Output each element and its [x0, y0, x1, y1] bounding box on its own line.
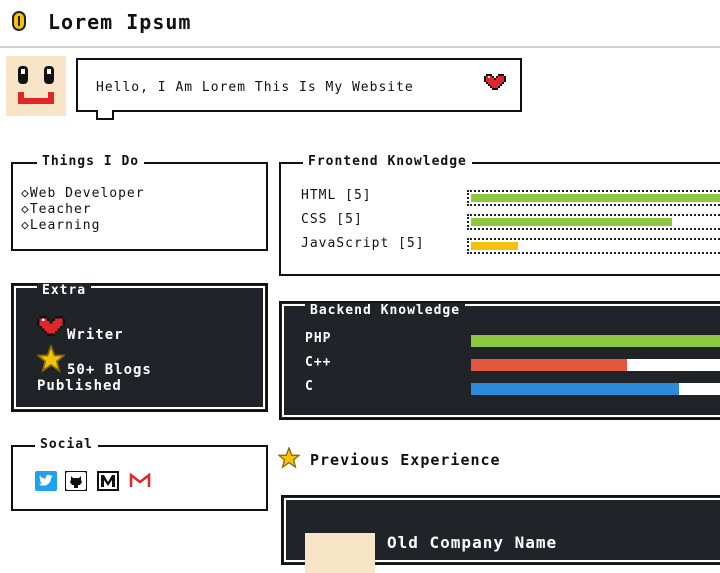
avatar-mouth: [18, 92, 54, 104]
frontend-knowledge-title: Frontend Knowledge: [303, 154, 472, 169]
blogs-published-label: Published: [37, 378, 122, 394]
skill-fill-cpp: [471, 359, 627, 371]
gmail-icon[interactable]: [129, 471, 151, 491]
skill-fill-javascript: [471, 242, 519, 250]
list-item: ◇Web Developer: [21, 186, 145, 201]
list-item: ◇Learning: [21, 218, 101, 233]
skill-fill-html: [471, 194, 720, 202]
skill-fill-css: [471, 218, 672, 226]
social-panel: Social: [11, 437, 268, 511]
star-icon: [278, 447, 300, 469]
heart-icon: [484, 74, 506, 90]
avatar: [6, 56, 66, 116]
skill-bar-css: [467, 214, 720, 230]
blogs-count-label: 50+ Blogs: [67, 362, 152, 378]
coin-icon: [12, 11, 26, 31]
greeting-text: Hello, I Am Lorem This Is My Website: [96, 80, 414, 95]
skill-bar-c: [471, 383, 720, 395]
avatar-right-eye: [44, 66, 54, 84]
experience-panel: Old Company Name: [281, 495, 720, 573]
company-name: Old Company Name: [387, 533, 558, 552]
skill-bar-php: [471, 335, 720, 347]
skill-bar-html: [467, 190, 720, 206]
social-title: Social: [35, 437, 98, 452]
skill-label-c: C: [305, 379, 314, 394]
skill-label-html: HTML [5]: [301, 188, 372, 203]
greeting-bubble: Hello, I Am Lorem This Is My Website: [76, 58, 522, 112]
previous-experience-heading: Previous Experience: [310, 451, 501, 469]
skill-label-php: PHP: [305, 331, 332, 346]
writer-label: Writer: [67, 327, 124, 343]
extra-panel: Extra Writer 50+ Blogs Published: [11, 283, 268, 412]
twitter-icon[interactable]: [35, 471, 57, 491]
things-i-do-title: Things I Do: [37, 154, 145, 169]
site-title[interactable]: Lorem Ipsum: [48, 10, 191, 34]
things-i-do-panel: Things I Do ◇Web Developer ◇Teacher ◇Lea…: [11, 154, 268, 251]
site-header: Lorem Ipsum: [0, 0, 720, 48]
github-icon[interactable]: [65, 471, 87, 491]
skill-bar-javascript: [467, 238, 720, 254]
company-logo: [305, 533, 375, 573]
skill-label-javascript: JavaScript [5]: [301, 236, 425, 251]
skill-fill-php: [471, 335, 720, 347]
extra-title: Extra: [37, 283, 92, 298]
medium-icon[interactable]: [97, 471, 119, 491]
skill-bar-cpp: [471, 359, 720, 371]
skill-fill-c: [471, 383, 679, 395]
avatar-left-eye: [18, 66, 28, 84]
bubble-tail: [96, 110, 114, 120]
skill-label-cpp: C++: [305, 355, 332, 370]
list-item: ◇Teacher: [21, 202, 92, 217]
frontend-knowledge-panel: Frontend Knowledge HTML [5] CSS [5] Java…: [279, 154, 720, 276]
skill-label-css: CSS [5]: [301, 212, 363, 227]
backend-knowledge-title: Backend Knowledge: [305, 303, 466, 318]
backend-knowledge-panel: Backend Knowledge PHP C++ C: [279, 301, 720, 420]
star-icon: [37, 345, 65, 373]
heart-icon: [37, 315, 65, 337]
